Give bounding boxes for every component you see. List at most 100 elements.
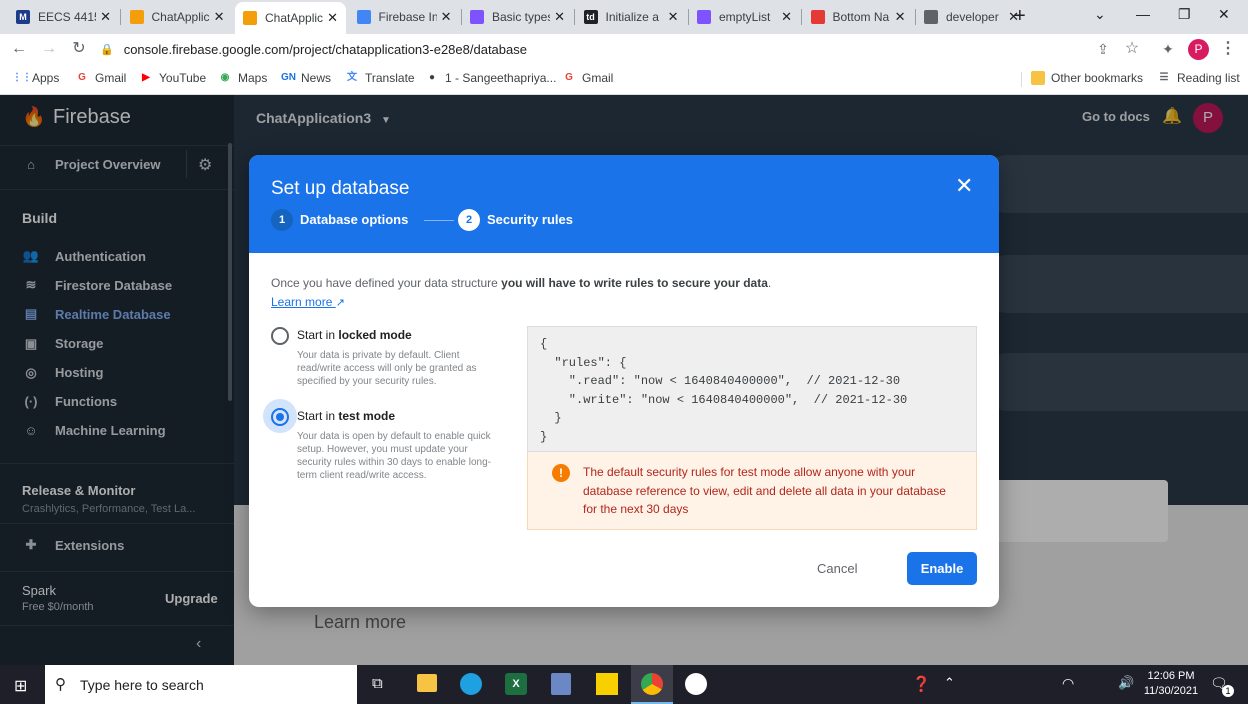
wifi-icon[interactable]: ◠ <box>1062 675 1074 692</box>
chrome-taskbar-button[interactable] <box>631 665 673 704</box>
step-2-label: Security rules <box>487 212 573 227</box>
tab-title: developer <box>946 10 999 24</box>
close-icon[interactable]: ✕ <box>955 175 973 197</box>
reload-icon[interactable]: ↻ <box>68 38 90 60</box>
step-1-label: Database options <box>300 212 409 227</box>
file-explorer-icon[interactable] <box>417 674 437 692</box>
reading-list[interactable]: ☰ Reading list <box>1157 71 1240 85</box>
browser-tab[interactable]: emptyList ✕ <box>689 4 800 30</box>
browser-tab[interactable]: ChatApplic ✕ <box>235 2 346 34</box>
search-icon: ⚲ <box>55 676 66 693</box>
bookmark-label: Apps <box>32 71 60 85</box>
windows-start-icon[interactable]: ⊞ <box>14 676 27 696</box>
tab-close-icon[interactable]: ✕ <box>668 9 679 25</box>
tab-close-icon[interactable]: ✕ <box>214 9 225 25</box>
browser-tab[interactable]: Bottom Na ✕ <box>803 4 914 30</box>
tab-title: emptyList <box>719 10 771 24</box>
volume-icon[interactable]: 🔊 <box>1118 675 1134 691</box>
tab-close-icon[interactable]: ✕ <box>554 9 565 25</box>
test-mode-radio[interactable] <box>271 408 289 426</box>
bookmark-item[interactable]: ◉ Maps <box>218 71 268 85</box>
address-bar[interactable]: 🔒 console.firebase.google.com/project/ch… <box>100 36 1100 62</box>
github-icon: ● <box>428 72 436 83</box>
maximize-icon[interactable]: ❐ <box>1178 6 1191 23</box>
app-icon[interactable] <box>685 673 707 695</box>
notification-count-badge: 1 <box>1222 685 1234 697</box>
calculator-icon[interactable] <box>551 673 571 695</box>
dialog-header: Set up database ✕ 1 Database options 2 S… <box>249 155 999 253</box>
bookmark-label: Gmail <box>582 71 614 85</box>
cancel-button[interactable]: Cancel <box>817 561 857 576</box>
browser-toolbar: ← → ↻ 🔒 console.firebase.google.com/proj… <box>0 34 1248 64</box>
browser-tab[interactable]: developer ✕ <box>916 4 1027 30</box>
clock[interactable]: 12:06 PM 11/30/2021 <box>1143 670 1199 697</box>
other-bookmarks[interactable]: Other bookmarks <box>1031 71 1143 85</box>
extensions-icon[interactable]: ✦ <box>1157 38 1179 60</box>
bookmark-item[interactable]: ● 1 - Sangeethapriya... <box>425 71 556 85</box>
bookmark-item[interactable]: G Gmail <box>75 71 126 85</box>
test-mode-label[interactable]: Start in test mode <box>297 409 395 423</box>
sticky-notes-icon[interactable] <box>596 673 618 695</box>
browser-tab[interactable]: Basic types ✕ <box>462 4 573 30</box>
tab-title: ChatApplic <box>151 10 210 24</box>
google-icon: G <box>565 72 573 83</box>
tab-favicon-icon <box>697 10 711 24</box>
tab-title: Basic types <box>492 10 551 24</box>
bookmark-item[interactable]: ▶ YouTube <box>139 71 206 85</box>
tab-close-icon[interactable]: ✕ <box>100 9 111 25</box>
google-icon: G <box>78 72 86 83</box>
bookmark-item[interactable]: GN News <box>281 71 331 85</box>
warning-box: ! The default security rules for test mo… <box>527 452 977 530</box>
locked-mode-radio[interactable] <box>271 327 289 345</box>
tab-favicon-icon <box>356 10 371 24</box>
minimize-icon[interactable]: — <box>1136 6 1150 22</box>
profile-avatar[interactable]: P <box>1188 39 1209 60</box>
help-icon[interactable]: ❓ <box>912 675 931 693</box>
tab-close-icon[interactable]: ✕ <box>327 10 338 26</box>
tab-favicon-icon <box>129 10 144 24</box>
bookmark-item[interactable]: 文 Translate <box>345 71 415 85</box>
locked-mode-label[interactable]: Start in locked mode <box>297 328 412 342</box>
taskbar-search-box[interactable]: ⚲ Type here to search <box>45 665 357 704</box>
tray-chevron-icon[interactable]: ⌃ <box>944 675 955 691</box>
edge-icon[interactable] <box>460 673 482 695</box>
bookmark-item[interactable]: G Gmail <box>562 71 613 85</box>
stepper-connector <box>424 220 454 221</box>
tab-close-icon[interactable]: ✕ <box>895 9 906 25</box>
youtube-icon: ▶ <box>142 72 150 83</box>
locked-mode-description: Your data is private by default. Client … <box>297 350 477 387</box>
bookmark-star-icon[interactable]: ☆ <box>1121 38 1143 60</box>
intro-text: Once you have defined your data structur… <box>271 276 772 290</box>
translate-icon: 文 <box>347 72 357 83</box>
setup-database-dialog: Set up database ✕ 1 Database options 2 S… <box>249 155 999 607</box>
external-link-icon: ↗ <box>335 297 345 309</box>
learn-more-link[interactable]: Learn more ↗ <box>271 295 345 309</box>
tab-favicon-icon <box>924 10 938 24</box>
tab-close-icon[interactable]: ✕ <box>781 9 792 25</box>
new-tab-button[interactable]: + <box>1014 5 1026 28</box>
reading-list-icon: ☰ <box>1159 72 1169 83</box>
browser-tab[interactable]: Firebase In ✕ <box>349 4 460 30</box>
enable-button[interactable]: Enable <box>907 552 977 585</box>
taskbar-search-placeholder: Type here to search <box>80 677 204 693</box>
rules-code-block: { "rules": { ".read": "now < 16408404000… <box>527 326 977 452</box>
browser-tab[interactable]: ChatApplic ✕ <box>122 4 233 30</box>
browser-tab[interactable]: td Initialize a ✕ <box>576 4 687 30</box>
share-icon[interactable]: ⇪ <box>1092 38 1114 60</box>
tab-close-icon[interactable]: ✕ <box>441 9 452 25</box>
excel-icon[interactable]: X <box>505 673 527 695</box>
url-text: console.firebase.google.com/project/chat… <box>123 41 527 57</box>
tab-search-icon[interactable]: ⌄ <box>1094 6 1106 23</box>
bookmark-item[interactable]: ⋮⋮ Apps <box>12 71 59 85</box>
bookmark-label: 1 - Sangeethapriya... <box>445 71 557 85</box>
browser-tab[interactable]: M EECS 4415 ✕ <box>8 4 119 30</box>
menu-kebab-icon[interactable]: ⋮ <box>1217 38 1239 60</box>
forward-icon[interactable]: → <box>38 38 60 60</box>
maps-icon: ◉ <box>220 72 230 83</box>
windows-taskbar: ⊞ ⚲ Type here to search ⧉ X ❓ ⌃ ◠ 🔊 12:0… <box>0 665 1248 704</box>
task-view-icon[interactable]: ⧉ <box>372 675 383 692</box>
bookmark-label: News <box>301 71 332 85</box>
back-icon[interactable]: ← <box>8 38 30 60</box>
window-close-icon[interactable]: ✕ <box>1218 6 1230 23</box>
tab-favicon-icon <box>810 10 825 24</box>
